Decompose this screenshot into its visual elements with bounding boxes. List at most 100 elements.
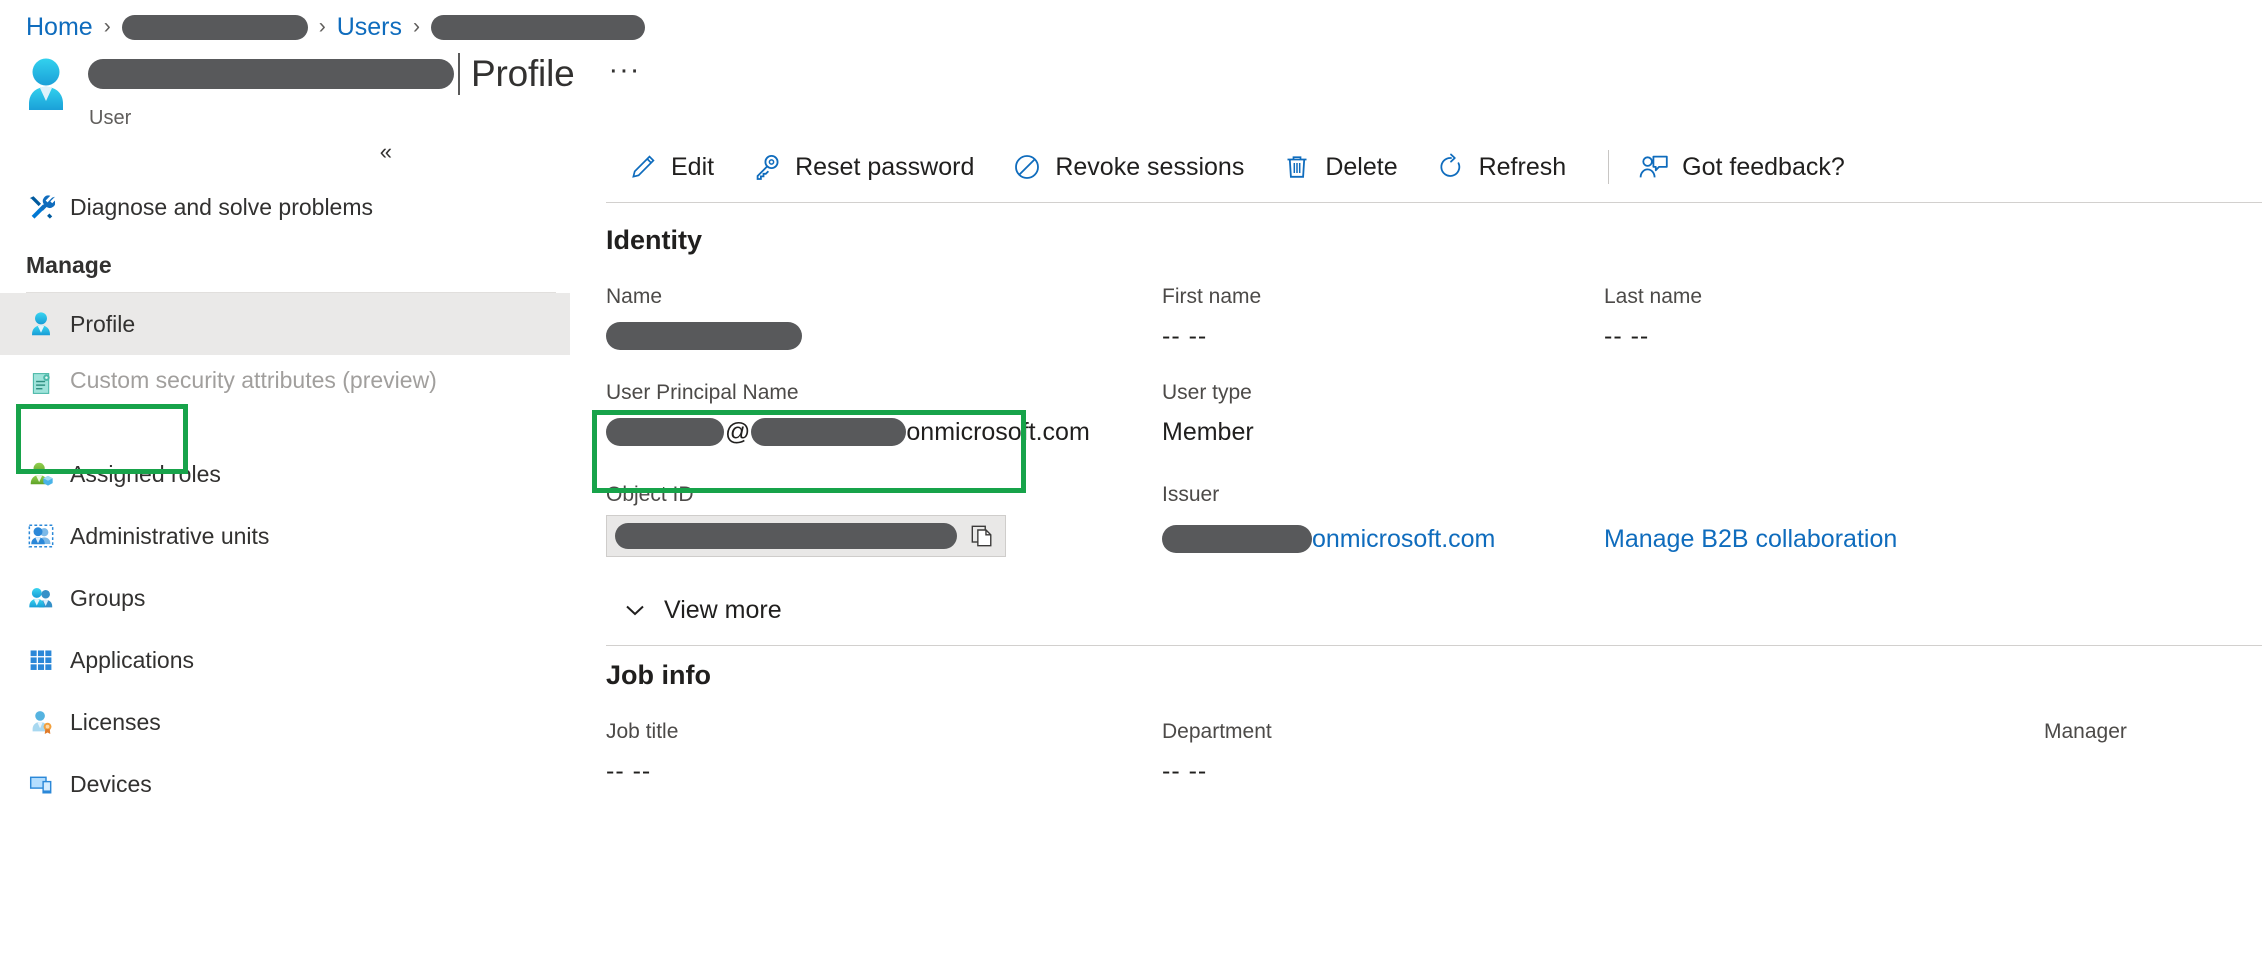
sidebar-item-profile[interactable]: Profile — [0, 293, 570, 355]
administrative-units-icon — [26, 521, 56, 551]
got-feedback-button-label: Got feedback? — [1682, 152, 1845, 181]
upn-domain-suffix: onmicrosoft.com — [906, 417, 1090, 446]
page-title-user-redacted — [88, 59, 454, 89]
delete-button-label: Delete — [1325, 152, 1398, 181]
reset-password-button-label: Reset password — [795, 152, 975, 181]
key-icon — [752, 152, 782, 182]
main-content: Edit Reset password Revoke sessions Dele… — [570, 132, 2262, 970]
sidebar-group-heading-manage: Manage — [26, 251, 112, 278]
sidebar-item-assigned-roles[interactable]: Assigned roles — [0, 443, 570, 505]
sidebar-item-label: Custom security attributes (preview) — [70, 367, 437, 393]
field-label: First name — [1162, 285, 1262, 308]
field-user-type: User type Member — [1162, 352, 1604, 448]
pencil-icon — [628, 152, 658, 182]
sidebar-item-label: Assigned roles — [70, 460, 221, 487]
devices-icon — [26, 769, 56, 799]
field-value: -- -- — [1604, 321, 1650, 350]
refresh-button-label: Refresh — [1478, 152, 1567, 181]
field-label: Last name — [1604, 285, 1703, 308]
field-label: User Principal Name — [606, 381, 799, 404]
field-value: -- -- — [606, 756, 652, 785]
breadcrumb-item-tenant-redacted[interactable] — [121, 14, 308, 40]
field-user-principal-name: User Principal Name @ onmicrosoft.com — [606, 352, 1162, 448]
upn-local-part-redacted — [606, 418, 724, 446]
view-more-label: View more — [664, 595, 782, 624]
refresh-icon — [1436, 152, 1466, 182]
assigned-roles-icon — [26, 459, 56, 489]
field-value: Member — [1162, 417, 1254, 446]
sidebar-item-groups[interactable]: Groups — [0, 567, 570, 629]
revoke-sessions-button[interactable]: Revoke sessions — [1010, 146, 1258, 188]
section-heading-job-info: Job info — [606, 660, 711, 690]
sidebar: « Diagnose and solve problems Manage Pro… — [0, 132, 570, 970]
field-value — [606, 320, 1162, 352]
refresh-button[interactable]: Refresh — [1434, 146, 1581, 188]
user-icon — [26, 309, 56, 339]
sidebar-item-applications[interactable]: Applications — [0, 629, 570, 691]
page-title-texts: Profile ··· User — [88, 50, 640, 130]
field-manage-b2b: Manage B2B collaboration — [1604, 448, 2262, 557]
more-menu-button[interactable]: ··· — [608, 56, 640, 85]
field-object-id: Object ID — [606, 448, 1162, 557]
toolbar-divider — [1608, 150, 1610, 184]
field-label: Name — [606, 285, 663, 308]
breadcrumb-item-home[interactable]: Home — [26, 13, 93, 42]
view-more-toggle[interactable]: View more — [570, 591, 2262, 629]
field-value: -- -- — [1162, 321, 1208, 350]
field-department: Department -- -- — [1162, 691, 1604, 787]
field-label: Manager — [2044, 720, 2127, 743]
field-value: Manage B2B collaboration — [1604, 523, 2262, 555]
trash-icon — [1282, 152, 1312, 182]
copy-icon[interactable] — [965, 519, 999, 553]
issuer-domain-suffix: onmicrosoft.com — [1312, 524, 1496, 553]
page-subtitle: User — [89, 107, 132, 129]
field-label: Issuer — [1162, 483, 1220, 506]
edit-button-label: Edit — [671, 152, 715, 181]
sidebar-collapse-button[interactable]: « — [380, 141, 392, 163]
field-label: User type — [1162, 381, 1252, 404]
breadcrumb-item-user-redacted[interactable] — [430, 14, 645, 40]
sidebar-item-administrative-units[interactable]: Administrative units — [0, 505, 570, 567]
object-id-value-redacted — [615, 523, 957, 549]
field-value: @ onmicrosoft.com — [606, 416, 1162, 448]
page-title: Profile — [471, 53, 575, 94]
breadcrumb-separator: › — [412, 15, 420, 38]
upn-at-symbol: @ — [725, 417, 751, 446]
field-label: Department — [1162, 720, 1272, 743]
field-label: Job title — [606, 720, 679, 743]
field-issuer: Issuer onmicrosoft.com — [1162, 448, 1604, 557]
section-heading-identity: Identity — [606, 225, 703, 255]
edit-button[interactable]: Edit — [626, 146, 728, 188]
title-divider — [458, 53, 460, 95]
sidebar-item-licenses[interactable]: Licenses — [0, 691, 570, 753]
field-value: onmicrosoft.com — [1162, 523, 1604, 555]
sidebar-item-devices[interactable]: Devices — [0, 753, 570, 815]
field-label: Object ID — [606, 483, 694, 506]
job-info-fields-grid: Job title -- -- Department -- -- Manager — [570, 691, 2262, 787]
got-feedback-button[interactable]: Got feedback? — [1637, 146, 1859, 188]
command-toolbar: Edit Reset password Revoke sessions Dele… — [570, 132, 2262, 202]
field-job-title: Job title -- -- — [606, 691, 1162, 787]
field-manager: Manager — [1604, 691, 2262, 787]
sidebar-item-label: Devices — [70, 770, 152, 797]
toolbar-rule — [606, 202, 2262, 203]
issuer-value-redacted — [1162, 525, 1312, 553]
sidebar-nav-list: Diagnose and solve problems Manage Profi… — [0, 176, 570, 815]
sidebar-item-label: Profile — [70, 310, 136, 337]
field-first-name: First name -- -- — [1162, 256, 1604, 352]
groups-icon — [26, 583, 56, 613]
applications-grid-icon — [26, 645, 56, 675]
delete-button[interactable]: Delete — [1280, 146, 1411, 188]
upn-domain-redacted — [751, 418, 907, 446]
sidebar-item-label: Licenses — [70, 708, 161, 735]
manage-b2b-collaboration-link[interactable]: Manage B2B collaboration — [1604, 525, 1897, 554]
field-spacer — [1604, 352, 2262, 448]
field-value: -- -- — [1162, 756, 1208, 785]
wrench-screwdriver-icon — [26, 192, 56, 222]
object-id-readonly-box[interactable] — [606, 515, 1006, 557]
reset-password-button[interactable]: Reset password — [750, 146, 988, 188]
breadcrumb-item-users[interactable]: Users — [337, 13, 402, 42]
breadcrumb-separator: › — [103, 15, 111, 38]
sidebar-item-diagnose-and-solve-problems[interactable]: Diagnose and solve problems — [0, 176, 570, 238]
field-name: Name — [606, 256, 1162, 352]
